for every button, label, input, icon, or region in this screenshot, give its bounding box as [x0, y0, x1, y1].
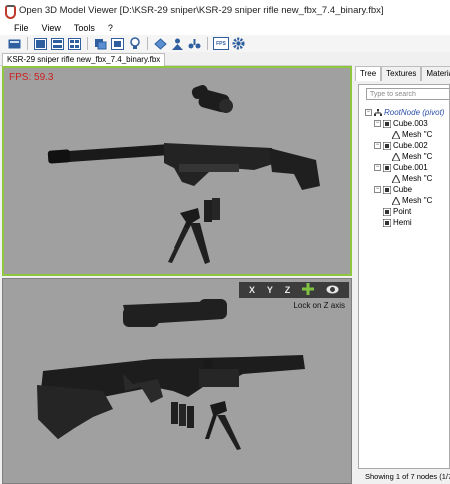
tree-node-row[interactable]: − Cube.001 — [374, 162, 428, 173]
tree-mesh-row[interactable]: Mesh "C — [392, 195, 432, 206]
document-tab[interactable]: KSR-29 sniper rifle new_fbx_7.4_binary.f… — [2, 53, 166, 66]
title-bar: Open 3D Model Viewer [D:\KSR-29 sniper\K… — [0, 0, 450, 20]
axis-y-button[interactable]: Y — [267, 285, 273, 295]
tree-root-label: RootNode (pivot) — [384, 108, 445, 117]
eye-icon[interactable] — [326, 284, 339, 297]
tree-mesh-label: Mesh "C — [402, 130, 433, 139]
tree-mesh-row[interactable]: Mesh "C — [392, 173, 432, 184]
tree-node-label: Hemi — [393, 218, 412, 227]
scene-icon[interactable] — [153, 36, 168, 51]
menu-help[interactable]: ? — [108, 23, 113, 33]
mesh-icon — [392, 130, 400, 139]
link-icon[interactable] — [187, 36, 202, 51]
menu-file[interactable]: File — [14, 23, 29, 33]
layout-single-icon[interactable] — [33, 36, 48, 51]
hierarchy-icon — [383, 119, 391, 128]
tree-root-row[interactable]: − RootNode (pivot) — [365, 107, 444, 118]
axis-z-button[interactable]: Z — [285, 285, 291, 295]
hierarchy-icon — [383, 141, 391, 150]
tree-node-row[interactable]: − Cube — [374, 184, 412, 195]
fps-icon[interactable]: FPS — [213, 37, 229, 50]
toolbar-separator — [87, 37, 88, 50]
toolbar-separator — [27, 37, 28, 50]
menu-view[interactable]: View — [42, 23, 61, 33]
tree-search-input[interactable] — [366, 88, 449, 100]
layout-split-icon[interactable] — [50, 36, 65, 51]
collapse-icon[interactable]: − — [374, 120, 381, 127]
axis-x-button[interactable]: X — [249, 285, 255, 295]
toolbar-separator — [207, 37, 208, 50]
toolbar: FPS — [0, 35, 450, 52]
tree-mesh-row[interactable]: Mesh "C — [392, 129, 432, 140]
reset-view-icon[interactable] — [93, 36, 108, 51]
tree-node-row[interactable]: Hemi — [383, 217, 412, 228]
tree-node-row[interactable]: Point — [383, 206, 411, 217]
bulb-icon[interactable] — [127, 36, 142, 51]
tree-mesh-label: Mesh "C — [402, 174, 433, 183]
hierarchy-icon — [383, 185, 391, 194]
menu-bar: File View Tools ? — [0, 20, 450, 35]
viewport-bottom[interactable]: X Y Z Lock on Z axis — [2, 278, 352, 484]
collapse-icon[interactable]: − — [374, 164, 381, 171]
settings-gear-icon[interactable] — [231, 36, 246, 51]
tree-node-label: Cube.003 — [393, 119, 428, 128]
light-icon — [383, 218, 391, 227]
tree-mesh-row[interactable]: Mesh "C — [392, 151, 432, 162]
tab-textures[interactable]: Textures — [381, 66, 422, 81]
collapse-icon[interactable]: − — [365, 109, 372, 116]
axis-lock-bar: X Y Z — [239, 282, 349, 298]
toolbar-separator — [147, 37, 148, 50]
open-icon[interactable] — [7, 36, 22, 51]
hierarchy-icon — [383, 163, 391, 172]
viewport-top[interactable]: FPS: 59.3 — [2, 66, 352, 276]
tab-materials[interactable]: Materials — [421, 66, 450, 81]
side-panel-tabs: Tree Textures Materials — [355, 66, 450, 81]
status-bar: Showing 1 of 7 nodes (1/7) — [355, 469, 450, 484]
layout-quad-icon[interactable] — [67, 36, 82, 51]
hierarchy-icon — [374, 108, 382, 116]
collapse-icon[interactable]: − — [374, 186, 381, 193]
plus-icon[interactable] — [302, 283, 315, 297]
window-title: Open 3D Model Viewer [D:\KSR-29 sniper\K… — [19, 4, 384, 16]
scene-tree-panel: − RootNode (pivot) − Cube.003 Mesh "C − … — [358, 84, 450, 469]
tree-node-label: Cube.001 — [393, 163, 428, 172]
tree-mesh-label: Mesh "C — [402, 152, 433, 161]
document-tab-strip: KSR-29 sniper rifle new_fbx_7.4_binary.f… — [0, 52, 352, 66]
tree-node-label: Cube — [393, 185, 413, 194]
tree-mesh-label: Mesh "C — [402, 196, 433, 205]
lock-axis-label: Lock on Z axis — [293, 301, 345, 310]
save-screenshot-icon[interactable] — [110, 36, 125, 51]
app-logo-icon — [3, 4, 16, 19]
mesh-icon — [392, 196, 400, 205]
mesh-icon — [392, 152, 400, 161]
tree-node-label: Cube.002 — [393, 141, 428, 150]
person-icon[interactable] — [170, 36, 185, 51]
rifle-model-top — [47, 85, 320, 264]
tab-tree[interactable]: Tree — [355, 66, 382, 81]
light-icon — [383, 207, 391, 216]
tree-node-label: Point — [393, 207, 412, 216]
menu-tools[interactable]: Tools — [74, 23, 95, 33]
collapse-icon[interactable]: − — [374, 142, 381, 149]
tree-node-row[interactable]: − Cube.003 — [374, 118, 428, 129]
mesh-icon — [392, 174, 400, 183]
tree-node-row[interactable]: − Cube.002 — [374, 140, 428, 151]
